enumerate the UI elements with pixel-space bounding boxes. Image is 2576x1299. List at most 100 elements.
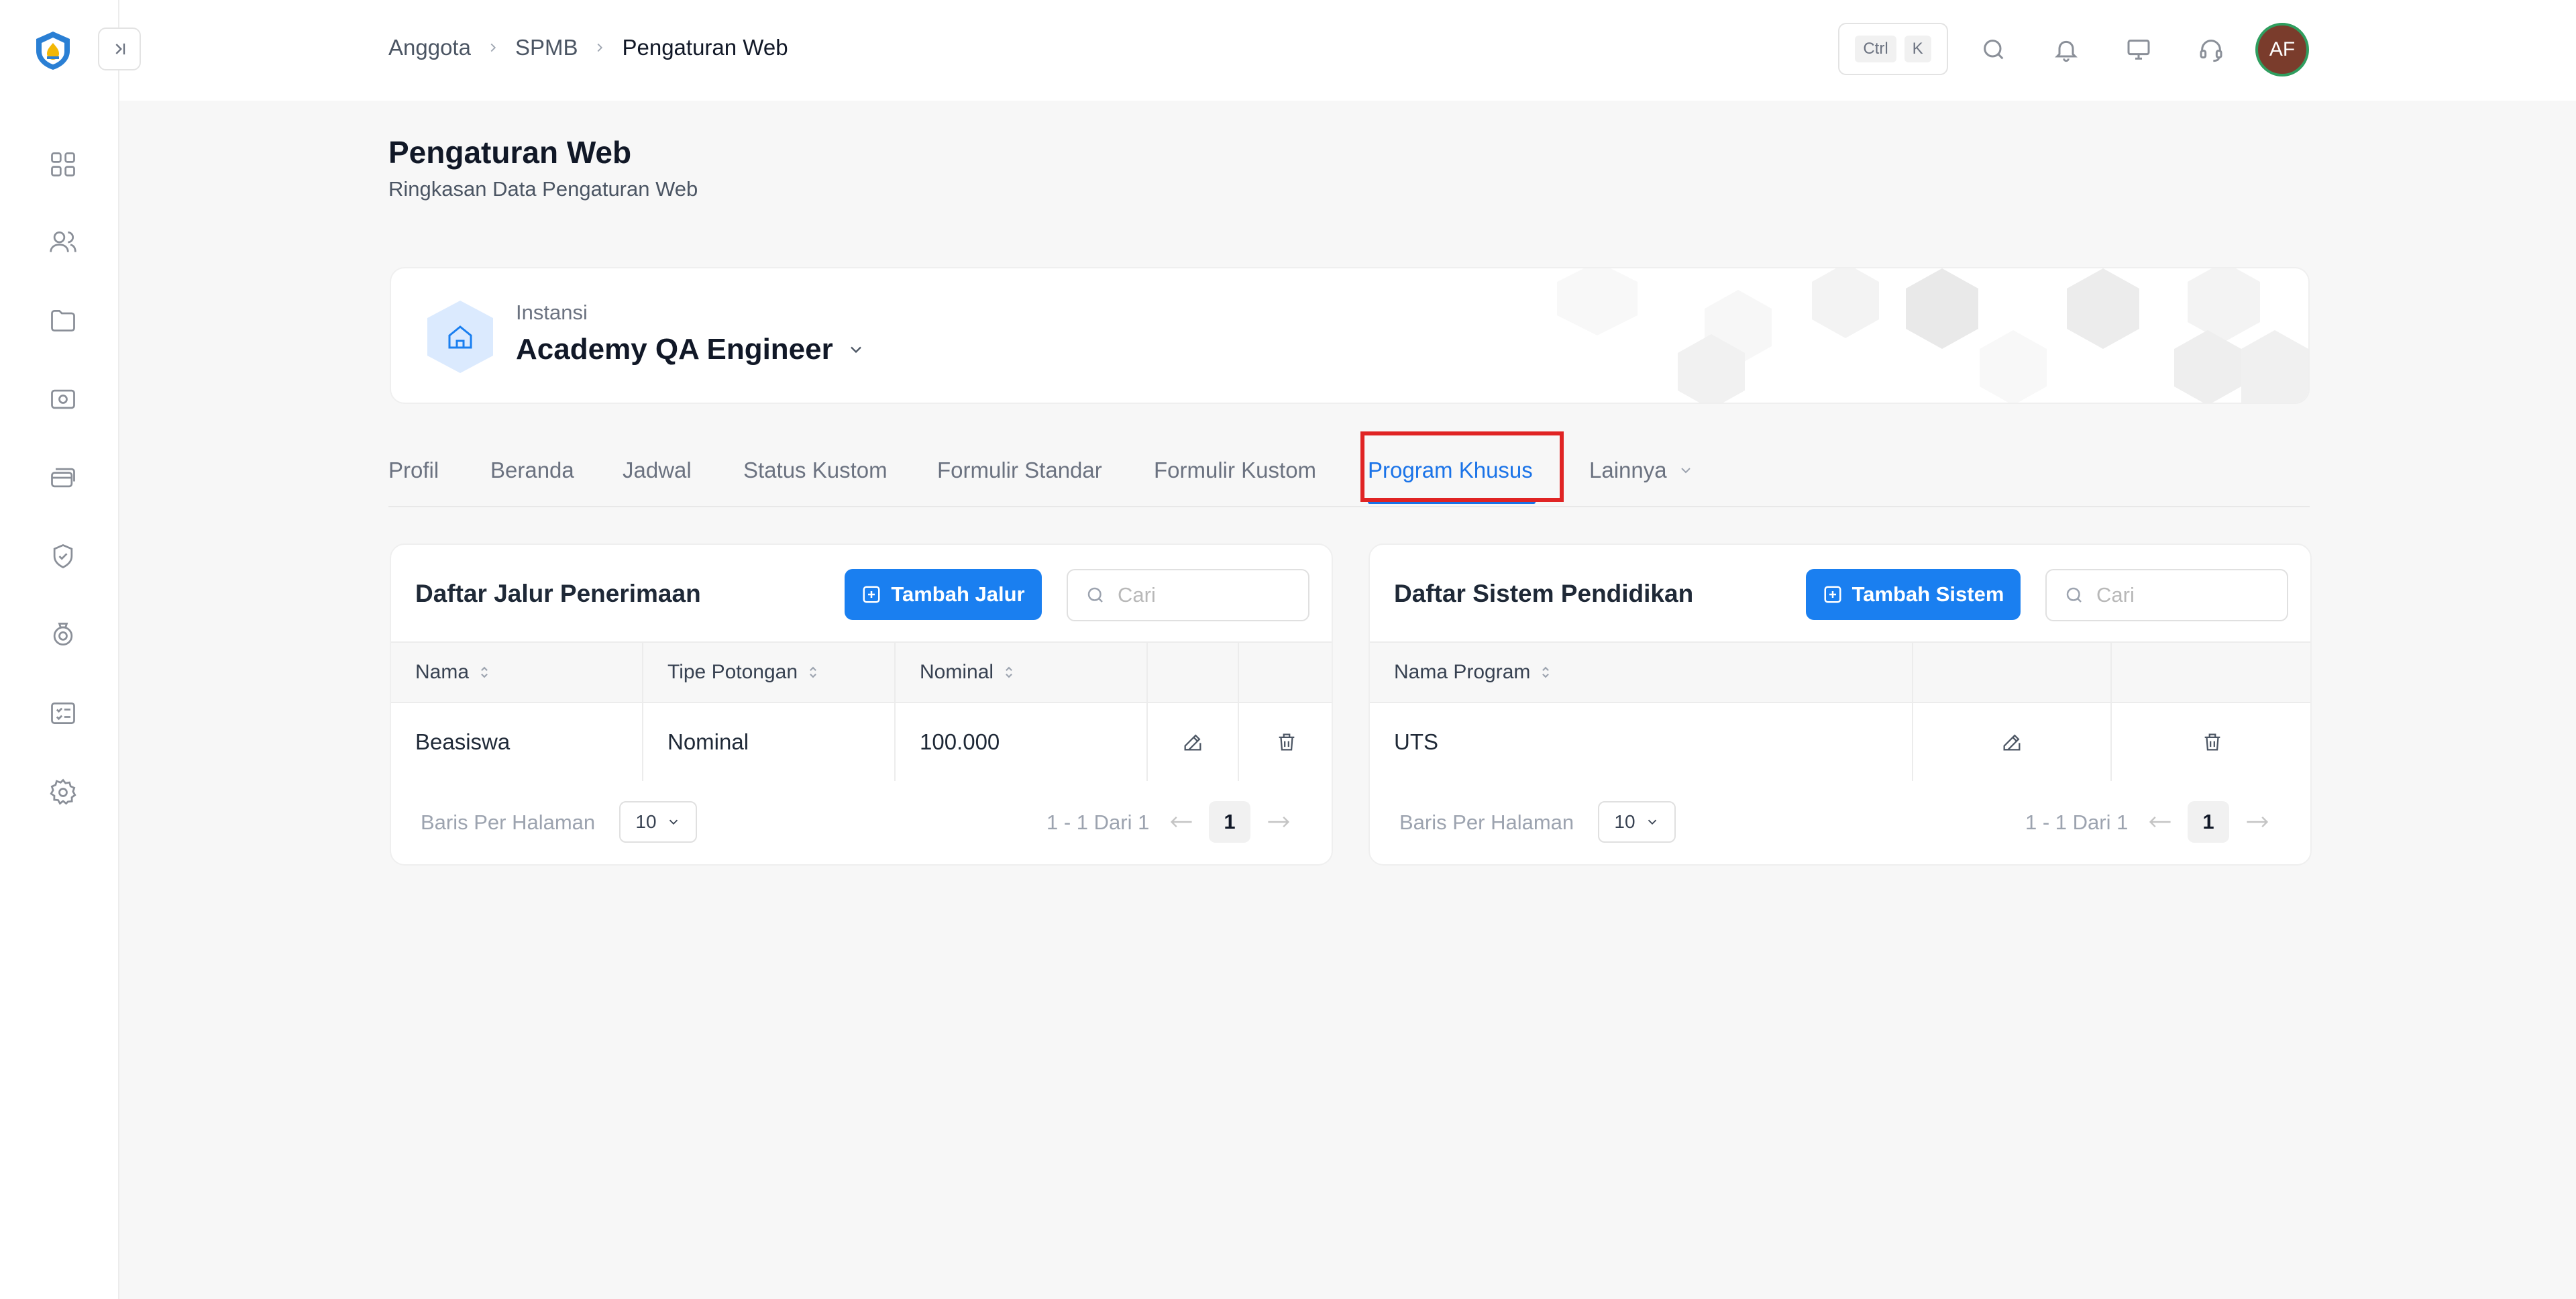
- trash-icon[interactable]: [2112, 703, 2310, 781]
- jalur-search-input[interactable]: [1118, 583, 1292, 607]
- bell-icon[interactable]: [2047, 31, 2085, 68]
- building-icon: [423, 298, 497, 376]
- badge-icon[interactable]: [46, 539, 80, 574]
- sort-icon: [1003, 665, 1015, 680]
- instansi-name: Academy QA Engineer: [516, 333, 833, 366]
- dashboard-icon[interactable]: [46, 147, 80, 182]
- kbd-ctrl: Ctrl: [1855, 36, 1896, 62]
- column-header-edit: [1148, 643, 1239, 702]
- kbd-k: K: [1904, 36, 1931, 62]
- cell-nama: Beasiswa: [391, 703, 643, 781]
- cell-nominal: 100.000: [896, 703, 1148, 781]
- page-info: 1 - 1 Dari 1: [1046, 811, 1150, 834]
- settings-tabs: Profil Beranda Jadwal Status Kustom Form…: [388, 433, 2310, 507]
- award-icon[interactable]: [46, 617, 80, 652]
- column-header-label: Tipe Potongan: [667, 661, 798, 683]
- jalur-pagination: Baris Per Halaman 10 1 - 1 Dari 1 1: [391, 800, 1332, 847]
- command-palette-shortcut[interactable]: Ctrl K: [1838, 23, 1948, 75]
- rows-per-page-label: Baris Per Halaman: [421, 811, 596, 834]
- instansi-selector[interactable]: Academy QA Engineer: [516, 333, 865, 366]
- headset-icon[interactable]: [2192, 31, 2230, 68]
- plus-square-icon: [861, 584, 881, 605]
- column-header-label: Nominal: [920, 661, 994, 683]
- tab-lainnya-label: Lainnya: [1589, 458, 1667, 482]
- tab-profil[interactable]: Profil: [388, 458, 439, 483]
- table-row: Beasiswa Nominal 100.000: [391, 703, 1332, 781]
- money-icon[interactable]: [46, 382, 80, 417]
- rows-per-page-value: 10: [635, 811, 657, 832]
- sort-icon: [807, 665, 819, 680]
- sistem-pagination: Baris Per Halaman 10 1 - 1 Dari 1 1: [1370, 800, 2310, 847]
- tab-formulir-standar[interactable]: Formulir Standar: [937, 458, 1102, 483]
- search-icon: [2064, 585, 2084, 605]
- column-header-nama-program[interactable]: Nama Program: [1370, 643, 1913, 702]
- page-title: Pengaturan Web: [388, 135, 632, 170]
- cards-icon[interactable]: [46, 460, 80, 495]
- tab-status-kustom[interactable]: Status Kustom: [743, 458, 888, 483]
- prev-page-arrow-icon[interactable]: [1163, 802, 1200, 841]
- page-number-current[interactable]: 1: [1209, 801, 1250, 843]
- jalur-table-header: Nama Tipe Potongan Nominal: [391, 641, 1332, 703]
- page-subtitle: Ringkasan Data Pengaturan Web: [388, 177, 698, 201]
- column-header-label: Nama Program: [1394, 661, 1531, 683]
- chevron-down-icon: [1678, 462, 1694, 478]
- breadcrumb-item-anggota[interactable]: Anggota: [388, 35, 471, 60]
- column-header-edit: [1913, 643, 2112, 702]
- tab-lainnya[interactable]: Lainnya: [1589, 458, 1694, 483]
- search-icon: [1085, 585, 1106, 605]
- breadcrumb: Anggota SPMB Pengaturan Web: [388, 35, 788, 60]
- hexagon-pattern-decoration: [1557, 268, 2308, 403]
- tab-beranda[interactable]: Beranda: [490, 458, 574, 483]
- edit-icon[interactable]: [1148, 703, 1239, 781]
- jalur-panel-title: Daftar Jalur Penerimaan: [415, 580, 701, 607]
- page-number-current[interactable]: 1: [2188, 801, 2229, 843]
- instansi-card: Instansi Academy QA Engineer: [390, 267, 2310, 404]
- monitor-icon[interactable]: [2120, 31, 2157, 68]
- edit-icon[interactable]: [1913, 703, 2112, 781]
- instansi-label: Instansi: [516, 301, 588, 324]
- table-row: UTS: [1370, 703, 2310, 781]
- jalur-search[interactable]: [1067, 569, 1309, 621]
- tab-formulir-kustom[interactable]: Formulir Kustom: [1154, 458, 1316, 483]
- chevron-down-icon: [666, 815, 681, 829]
- trash-icon[interactable]: [1239, 703, 1332, 781]
- sidebar-collapse-button[interactable]: [98, 28, 141, 70]
- sistem-search[interactable]: [2045, 569, 2288, 621]
- column-header-tipe-potongan[interactable]: Tipe Potongan: [643, 643, 896, 702]
- add-jalur-label: Tambah Jalur: [891, 582, 1025, 606]
- add-sistem-button[interactable]: Tambah Sistem: [1806, 569, 2021, 620]
- folder-icon[interactable]: [46, 303, 80, 338]
- column-header-delete: [1239, 643, 1332, 702]
- app-logo[interactable]: [32, 30, 74, 71]
- chevron-down-icon: [847, 340, 865, 359]
- column-header-nama[interactable]: Nama: [391, 643, 643, 702]
- tab-jadwal[interactable]: Jadwal: [623, 458, 692, 483]
- column-header-nominal[interactable]: Nominal: [896, 643, 1148, 702]
- column-header-label: Nama: [415, 661, 470, 683]
- chevron-right-icon: [592, 40, 607, 55]
- sort-icon: [1540, 665, 1552, 680]
- users-icon[interactable]: [46, 225, 80, 260]
- chevron-right-icon: [486, 40, 500, 55]
- cell-tipe-potongan: Nominal: [643, 703, 896, 781]
- sistem-panel-title: Daftar Sistem Pendidikan: [1394, 580, 1694, 607]
- jalur-penerimaan-panel: Daftar Jalur Penerimaan Tambah Jalur Nam…: [390, 543, 1333, 866]
- breadcrumb-item-spmb[interactable]: SPMB: [515, 35, 578, 60]
- prev-page-arrow-icon[interactable]: [2141, 802, 2179, 841]
- sidebar: [0, 0, 119, 1299]
- rows-per-page-select[interactable]: 10: [1598, 801, 1676, 843]
- sistem-search-input[interactable]: [2096, 583, 2271, 607]
- plus-square-icon: [1823, 584, 1843, 605]
- rows-per-page-select[interactable]: 10: [619, 801, 697, 843]
- next-page-arrow-icon[interactable]: [1260, 802, 1297, 841]
- user-avatar[interactable]: AF: [2255, 23, 2309, 76]
- add-sistem-label: Tambah Sistem: [1851, 582, 2004, 606]
- chevron-down-icon: [1645, 815, 1660, 829]
- next-page-arrow-icon[interactable]: [2239, 802, 2276, 841]
- page-info: 1 - 1 Dari 1: [2025, 811, 2129, 834]
- gear-icon[interactable]: [46, 775, 80, 810]
- checklist-icon[interactable]: [46, 696, 80, 731]
- search-icon[interactable]: [1975, 31, 2012, 68]
- add-jalur-button[interactable]: Tambah Jalur: [845, 569, 1042, 620]
- rows-per-page-label: Baris Per Halaman: [1399, 811, 1574, 834]
